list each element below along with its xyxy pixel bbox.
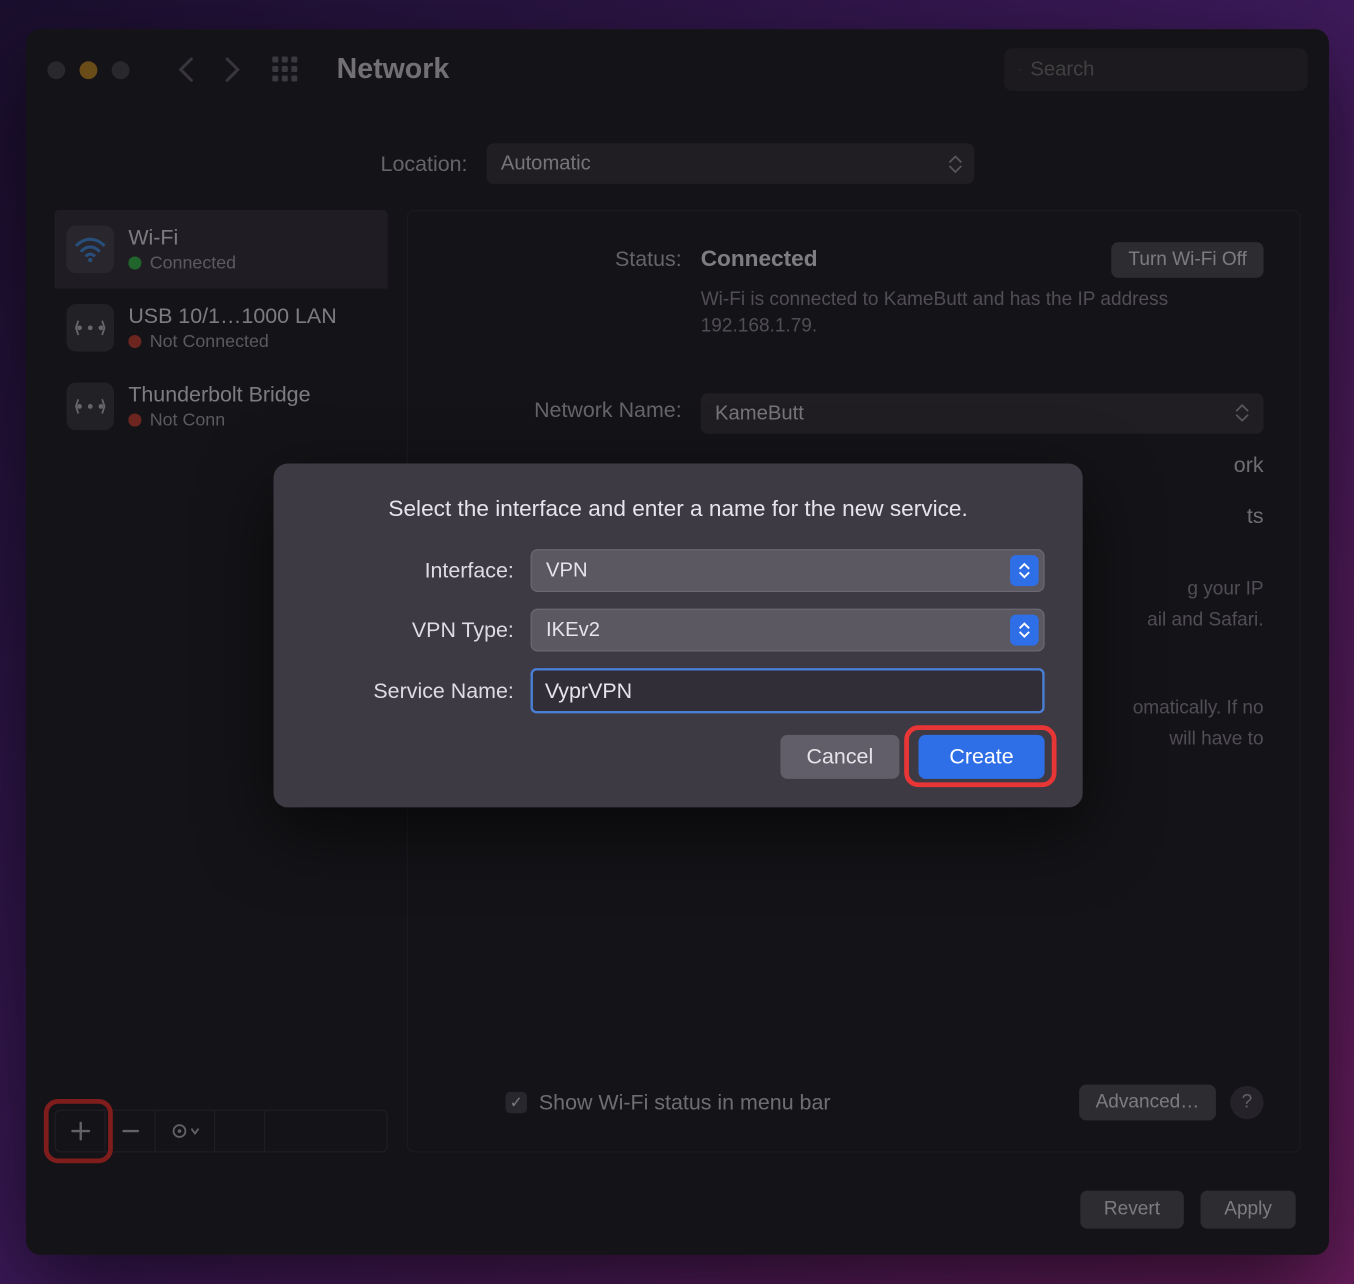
cancel-button[interactable]: Cancel bbox=[780, 735, 899, 779]
network-preferences-window: Network Location: Automatic bbox=[25, 29, 1328, 1255]
new-service-dialog: Select the interface and enter a name fo… bbox=[273, 463, 1082, 807]
vpn-type-select[interactable]: IKEv2 bbox=[530, 609, 1044, 652]
updown-icon bbox=[1010, 555, 1039, 586]
updown-icon bbox=[1010, 615, 1039, 646]
service-name-label: Service Name: bbox=[311, 678, 513, 703]
create-button[interactable]: Create bbox=[918, 735, 1044, 779]
service-name-input[interactable] bbox=[530, 668, 1044, 713]
vpn-type-label: VPN Type: bbox=[311, 618, 513, 643]
interface-select[interactable]: VPN bbox=[530, 549, 1044, 592]
dialog-title: Select the interface and enter a name fo… bbox=[311, 497, 1044, 523]
interface-label: Interface: bbox=[311, 558, 513, 583]
